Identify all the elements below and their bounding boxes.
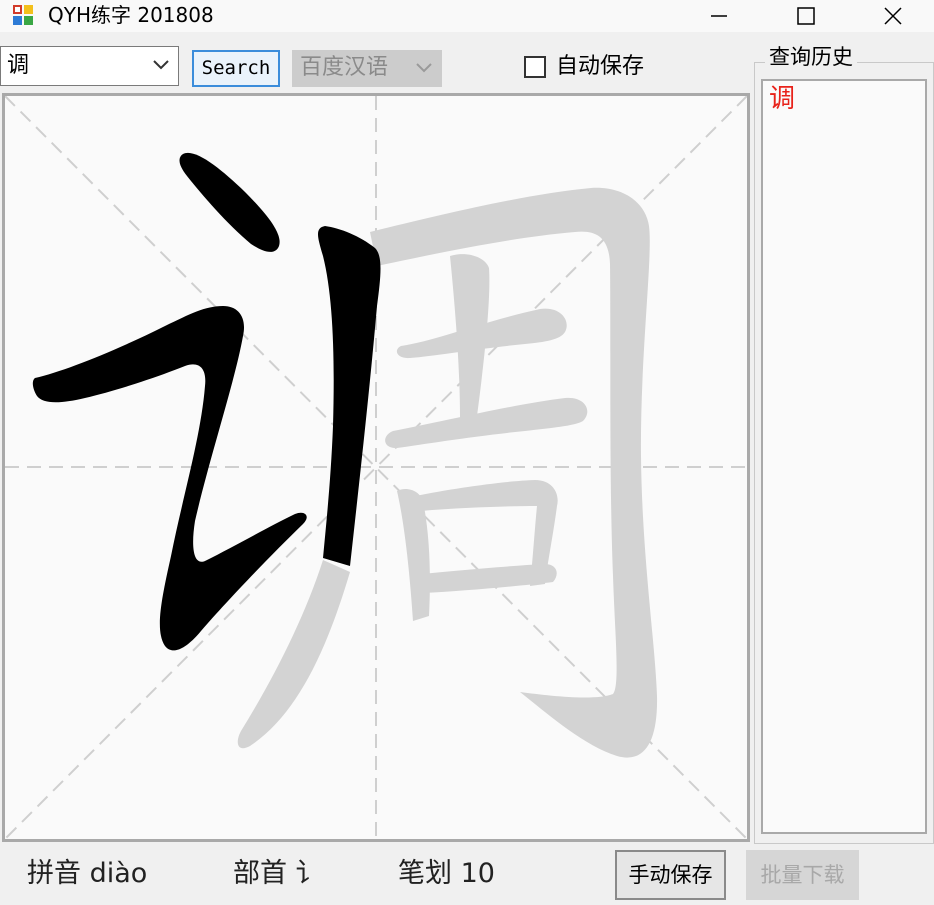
manual-save-button[interactable]: 手动保存 bbox=[615, 850, 726, 900]
history-title: 查询历史 bbox=[765, 44, 857, 70]
character-input-value: 调 bbox=[7, 53, 30, 78]
stroke-gray-box-bottom bbox=[420, 564, 557, 593]
remaining-strokes bbox=[237, 187, 658, 758]
maximize-button[interactable] bbox=[783, 0, 829, 32]
history-group: 查询历史 调 bbox=[754, 44, 934, 844]
close-button[interactable] bbox=[870, 0, 916, 32]
window-title: QYH练字 201808 bbox=[48, 3, 214, 27]
chevron-down-icon bbox=[416, 63, 432, 73]
minimize-icon bbox=[711, 15, 727, 17]
stroke-black-horizontal-hook bbox=[32, 306, 307, 651]
writing-canvas[interactable] bbox=[2, 93, 750, 842]
search-button[interactable]: Search bbox=[192, 50, 280, 87]
history-item[interactable]: 调 bbox=[769, 83, 795, 115]
maximize-icon bbox=[797, 7, 815, 25]
radical-label: 部首 讠 bbox=[233, 858, 323, 889]
title-bar: QYH练字 201808 bbox=[0, 0, 934, 32]
autosave-label: 自动保存 bbox=[556, 54, 645, 79]
stroke-black-dot bbox=[179, 152, 280, 252]
character-input[interactable]: 调 bbox=[0, 46, 179, 86]
stroke-black-left-vertical bbox=[318, 226, 381, 566]
stroke-gray-horizontal-2 bbox=[385, 397, 588, 449]
character-stroke-drawing bbox=[5, 96, 747, 839]
dictionary-select[interactable]: 百度汉语 bbox=[292, 50, 442, 87]
close-icon bbox=[884, 7, 902, 25]
stroke-gray-left-sweep bbox=[237, 560, 350, 749]
checkbox-box[interactable] bbox=[524, 56, 546, 78]
stroke-gray-hook-frame bbox=[370, 187, 658, 758]
stroke-count-label: 笔划 10 bbox=[398, 858, 495, 889]
minimize-button[interactable] bbox=[696, 0, 742, 32]
chevron-down-icon bbox=[153, 60, 169, 70]
dictionary-select-value: 百度汉语 bbox=[300, 55, 389, 80]
history-list[interactable]: 调 bbox=[761, 79, 927, 834]
batch-download-button[interactable]: 批量下载 bbox=[746, 850, 859, 900]
pinyin-label: 拼音 diào bbox=[27, 858, 148, 889]
app-icon bbox=[13, 5, 33, 25]
